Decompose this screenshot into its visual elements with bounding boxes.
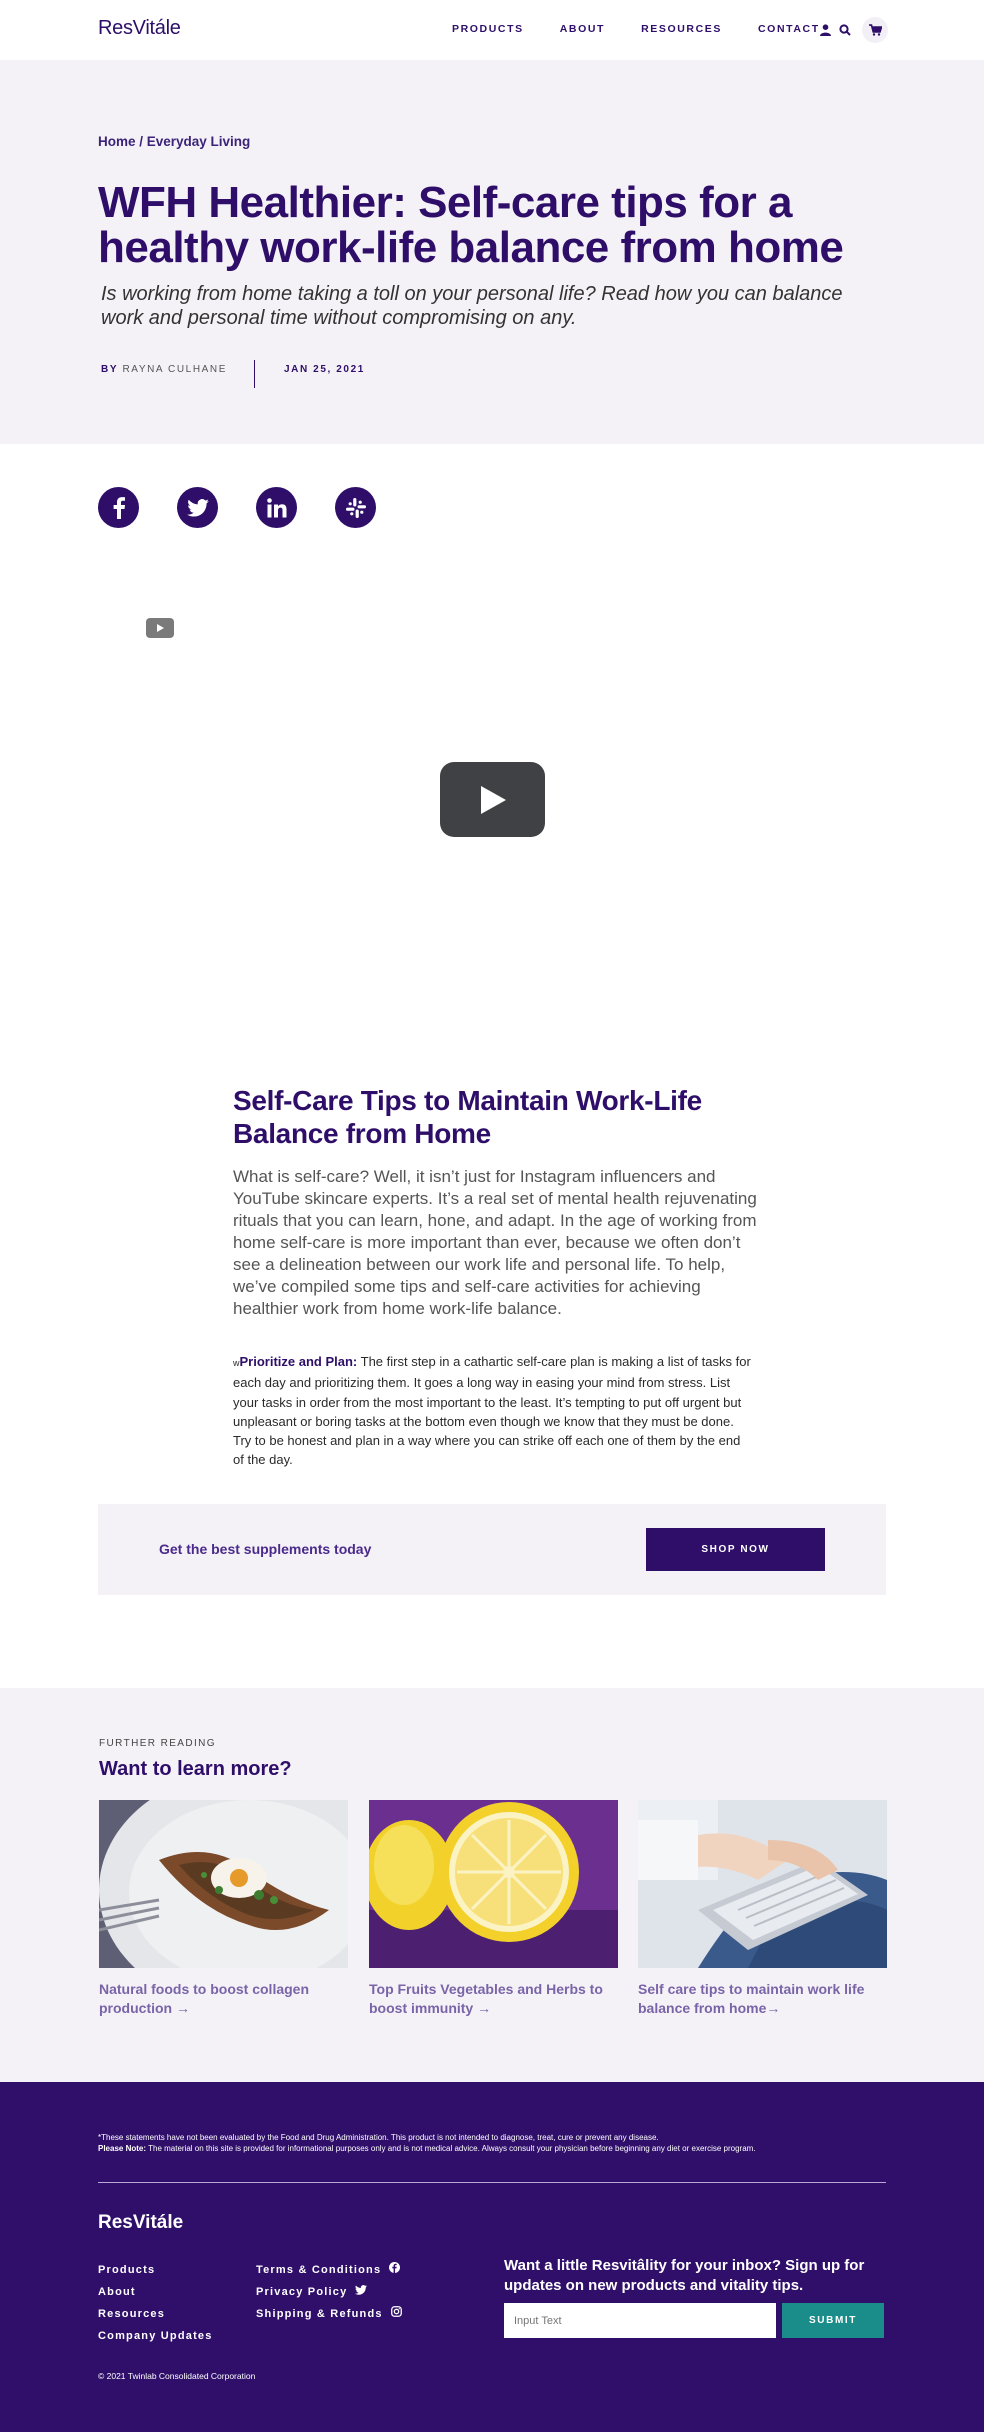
share-bar: [98, 487, 376, 528]
food-plate-image: [99, 1800, 348, 1968]
youtube-logo-icon[interactable]: [146, 618, 174, 638]
footer-link-company-updates[interactable]: Company Updates: [98, 2325, 213, 2347]
further-reading: FURTHER READING Want to learn more? Natu…: [0, 1688, 984, 2082]
byline-divider: [254, 360, 255, 388]
newsletter-email-input[interactable]: [504, 2303, 776, 2338]
article-heading: Self-Care Tips to Maintain Work-Life Bal…: [233, 1085, 702, 1149]
cart-icon[interactable]: [862, 17, 888, 43]
article-subtitle: Is working from home taking a toll on yo…: [101, 283, 843, 329]
footer-link-terms-label: Terms & Conditions: [256, 2264, 382, 2276]
newsletter-submit-button[interactable]: SUBMIT: [782, 2303, 884, 2338]
footer-link-privacy-label: Privacy Policy: [256, 2286, 348, 2299]
please-note: Please Note: The material on this site i…: [98, 2143, 898, 2154]
further-reading-title: Want to learn more?: [99, 1758, 292, 1780]
facebook-icon[interactable]: [389, 2259, 401, 2281]
footer-link-resources[interactable]: Resources: [98, 2303, 213, 2325]
note-label: Please Note:: [98, 2144, 147, 2153]
article-hero: Home / Everyday Living WFH Healthier: Se…: [0, 60, 984, 444]
publish-date: JAN 25, 2021: [284, 364, 365, 375]
account-icon[interactable]: [818, 23, 832, 37]
nav-products[interactable]: PRODUCTS: [452, 23, 524, 35]
tip-title: Prioritize and Plan:: [239, 1354, 358, 1369]
tip-paragraph: wPrioritize and Plan: The first step in …: [233, 1352, 753, 1470]
slack-icon[interactable]: [335, 487, 376, 528]
footer-logo[interactable]: ResVitále: [98, 2212, 183, 2234]
footer-links-secondary: Terms & Conditions Privacy Policy Shippi…: [256, 2259, 402, 2325]
footer-link-about[interactable]: About: [98, 2281, 213, 2303]
card-caption: Top Fruits Vegetables and Herbs to boost…: [369, 1981, 603, 2016]
card-caption: Self care tips to maintain work life bal…: [638, 1981, 865, 2016]
byline-prefix: BY: [101, 364, 119, 375]
byline: BY RAYNA CULHANE: [101, 364, 227, 375]
video-play-button[interactable]: [440, 762, 545, 837]
main-nav: PRODUCTS ABOUT RESOURCES CONTACT: [452, 23, 856, 35]
cta-text: Get the best supplements today: [159, 1541, 372, 1557]
site-logo[interactable]: ResVitále: [98, 17, 181, 40]
lemon-image: [369, 1800, 618, 1968]
header-actions: [818, 17, 888, 43]
laptop-image: [638, 1800, 887, 1968]
further-reading-eyebrow: FURTHER READING: [99, 1738, 216, 1749]
newsletter-heading: Want a little Resvitâlity for your inbox…: [504, 2257, 865, 2294]
footer-link-terms[interactable]: Terms & Conditions: [256, 2259, 402, 2281]
nav-about[interactable]: ABOUT: [560, 23, 605, 35]
fda-disclaimer: *These statements have not been evaluate…: [98, 2132, 898, 2154]
footer-links-primary: Products About Resources Company Updates: [98, 2259, 213, 2347]
shop-cta-banner: Get the best supplements today SHOP NOW: [98, 1504, 886, 1595]
card-caption: Natural foods to boost collagen producti…: [99, 1981, 310, 2016]
article-card[interactable]: Natural foods to boost collagen producti…: [99, 1800, 348, 2018]
page-title: WFH Healthier: Self-care tips for a heal…: [98, 178, 844, 272]
footer-link-products[interactable]: Products: [98, 2259, 213, 2281]
footer-link-privacy[interactable]: Privacy Policy: [256, 2281, 402, 2303]
search-icon[interactable]: [838, 23, 852, 37]
author-name: RAYNA CULHANE: [122, 364, 228, 375]
footer-link-shipping[interactable]: Shipping & Refunds: [256, 2303, 402, 2325]
instagram-icon[interactable]: [390, 2303, 402, 2325]
copyright: © 2021 Twinlab Consolidated Corporation: [98, 2371, 256, 2381]
note-text: The material on this site is provided fo…: [146, 2144, 756, 2153]
facebook-icon[interactable]: [98, 487, 139, 528]
twitter-icon[interactable]: [177, 487, 218, 528]
nav-resources[interactable]: RESOURCES: [641, 23, 722, 35]
footer-link-shipping-label: Shipping & Refunds: [256, 2308, 383, 2321]
article-intro: What is self-care? Well, it isn’t just f…: [233, 1167, 757, 1318]
disclaimer-text: *These statements have not been evaluate…: [98, 2133, 659, 2142]
footer-divider: [98, 2182, 886, 2183]
twitter-icon[interactable]: [355, 2281, 368, 2303]
site-header: ResVitále PRODUCTS ABOUT RESOURCES CONTA…: [0, 0, 984, 60]
article-card[interactable]: Top Fruits Vegetables and Herbs to boost…: [369, 1800, 618, 2018]
site-footer: *These statements have not been evaluate…: [0, 2082, 984, 2432]
shop-now-button[interactable]: SHOP NOW: [646, 1528, 825, 1571]
breadcrumb[interactable]: Home / Everyday Living: [98, 134, 250, 149]
nav-contact[interactable]: CONTACT: [758, 23, 820, 35]
article-card[interactable]: Self care tips to maintain work life bal…: [638, 1800, 887, 2018]
linkedin-icon[interactable]: [256, 487, 297, 528]
tip-body: The first step in a cathartic self-care …: [233, 1354, 751, 1468]
